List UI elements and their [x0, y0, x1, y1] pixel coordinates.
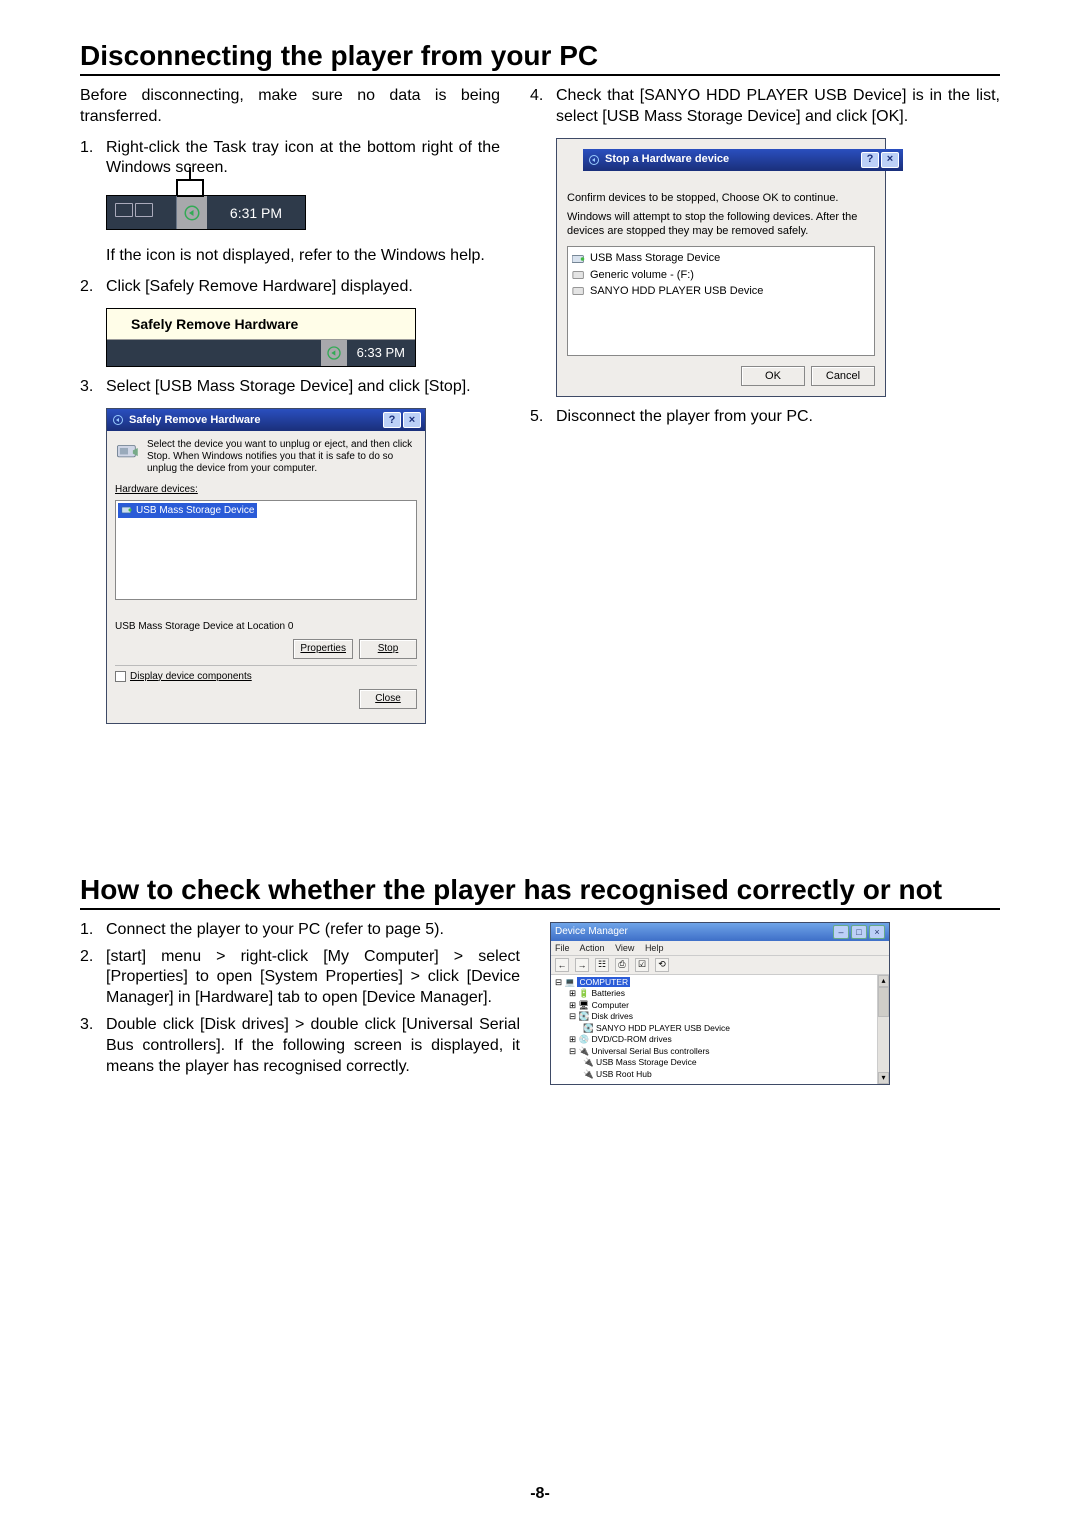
- device-manager-window: Device Manager – □ × File Action View He…: [550, 922, 890, 1085]
- callout-box: [176, 179, 204, 197]
- cancel-button[interactable]: Cancel: [811, 366, 875, 386]
- menu-action[interactable]: Action: [580, 943, 605, 953]
- stop-hardware-dialog: Stop a Hardware device ? × Confirm devic…: [556, 138, 886, 398]
- stop-button[interactable]: Stop: [359, 639, 417, 659]
- step-text: [start] menu > right-click [My Computer]…: [106, 947, 520, 1009]
- close-button[interactable]: ×: [881, 152, 899, 168]
- srh-titlebar[interactable]: Safely Remove Hardware ? ×: [107, 409, 425, 431]
- devmgr-titlebar[interactable]: Device Manager – □ ×: [551, 923, 889, 941]
- menu-help[interactable]: Help: [645, 943, 664, 953]
- eject-icon: [587, 153, 601, 167]
- tree-node[interactable]: 🔌 USB Root Hub: [555, 1069, 875, 1080]
- srh-status: USB Mass Storage Device at Location 0: [115, 620, 417, 633]
- print-icon[interactable]: ⎙: [615, 958, 629, 972]
- ok-button[interactable]: OK: [741, 366, 805, 386]
- menu-file[interactable]: File: [555, 943, 570, 953]
- step-text: Right-click the Task tray icon at the bo…: [106, 138, 500, 180]
- back-icon[interactable]: ←: [555, 958, 569, 972]
- scroll-thumb[interactable]: [878, 987, 889, 1017]
- tree-node[interactable]: 💽 SANYO HDD PLAYER USB Device: [555, 1023, 875, 1034]
- step-text: Check that [SANYO HDD PLAYER USB Device]…: [556, 86, 1000, 128]
- step-num: 2.: [80, 277, 106, 298]
- scroll-up-icon[interactable]: ▴: [878, 975, 889, 987]
- tasktray-time: 6:31 PM: [207, 196, 305, 229]
- maximize-button[interactable]: □: [851, 925, 867, 939]
- callout-line: [189, 167, 191, 179]
- forward-icon[interactable]: →: [575, 958, 589, 972]
- stop-dlg-list[interactable]: USB Mass Storage Device Generic volume -…: [567, 246, 875, 356]
- step-text: Click [Safely Remove Hardware] displayed…: [106, 277, 500, 298]
- step-text: Disconnect the player from your PC.: [556, 407, 1000, 428]
- scrollbar[interactable]: ▴ ▾: [877, 975, 889, 1084]
- srh-list-item[interactable]: USB Mass Storage Device: [118, 503, 257, 518]
- close-button[interactable]: ×: [869, 925, 885, 939]
- safely-remove-tray-icon[interactable]: [177, 196, 207, 229]
- help-button[interactable]: ?: [383, 412, 401, 428]
- tooltip-balloon[interactable]: Safely Remove Hardware: [107, 309, 415, 340]
- menu-view[interactable]: View: [615, 943, 634, 953]
- minimize-button[interactable]: –: [833, 925, 849, 939]
- pcmcia-icon: [115, 439, 141, 465]
- step-num: 1.: [80, 920, 106, 941]
- close-button[interactable]: ×: [403, 412, 421, 428]
- display-components-checkbox[interactable]: Display device components: [115, 670, 417, 683]
- devmgr-menubar[interactable]: File Action View Help: [551, 941, 889, 956]
- step-num: 5.: [530, 407, 556, 428]
- step-note: If the icon is not displayed, refer to t…: [106, 246, 500, 267]
- refresh-icon[interactable]: ⟲: [655, 958, 669, 972]
- tree-node[interactable]: ⊞ 🖥 Computer: [555, 1000, 875, 1011]
- devmgr-title: Device Manager: [555, 926, 628, 937]
- devmgr-toolbar[interactable]: ← → ☷ ⎙ ☑ ⟲: [551, 956, 889, 975]
- tree-root[interactable]: ⊟ 💻 COMPUTER: [555, 977, 875, 988]
- close-button[interactable]: Close: [359, 689, 417, 709]
- tree-node[interactable]: ⊟ 🔌 Universal Serial Bus controllers: [555, 1046, 875, 1057]
- tasktray-buttons: [107, 196, 177, 229]
- tree-icon[interactable]: ☷: [595, 958, 609, 972]
- step-text: Connect the player to your PC (refer to …: [106, 920, 520, 941]
- step-text: Select [USB Mass Storage Device] and cli…: [106, 377, 500, 398]
- page-number: -8-: [0, 1485, 1080, 1503]
- tree-node[interactable]: ⊟ 💽 Disk drives: [555, 1011, 875, 1022]
- hw-label: Hardware devices:: [115, 483, 417, 496]
- tooltip-screenshot: Safely Remove Hardware 6:33 PM: [106, 308, 416, 367]
- safely-remove-tray-icon[interactable]: [321, 340, 347, 366]
- list-item[interactable]: Generic volume - (F:): [572, 268, 870, 282]
- stop-dlg-msg1: Confirm devices to be stopped, Choose OK…: [567, 191, 875, 205]
- scroll-down-icon[interactable]: ▾: [878, 1072, 889, 1084]
- tree-node[interactable]: 🔌 USB Mass Storage Device: [555, 1057, 875, 1068]
- srh-dialog: Safely Remove Hardware ? × Select the de…: [106, 408, 426, 724]
- srh-title: Safely Remove Hardware: [129, 413, 260, 427]
- section1-title: Disconnecting the player from your PC: [80, 40, 1000, 76]
- step-num: 1.: [80, 138, 106, 180]
- tasktray-screenshot: 6:31 PM: [106, 195, 306, 230]
- tree-node[interactable]: ⊞ 💿 DVD/CD-ROM drives: [555, 1034, 875, 1045]
- step-num: 2.: [80, 947, 106, 1009]
- tooltip-time: 6:33 PM: [347, 345, 415, 362]
- srh-desc: Select the device you want to unplug or …: [147, 439, 417, 475]
- tree-node[interactable]: ⊞ 🔋 Batteries: [555, 988, 875, 999]
- properties-button[interactable]: Properties: [293, 639, 353, 659]
- stop-dlg-msg2: Windows will attempt to stop the followi…: [567, 211, 875, 239]
- step-text: Double click [Disk drives] > double clic…: [106, 1015, 520, 1077]
- properties-icon[interactable]: ☑: [635, 958, 649, 972]
- section1-intro: Before disconnecting, make sure no data …: [80, 86, 500, 128]
- list-item[interactable]: USB Mass Storage Device: [572, 251, 870, 265]
- devmgr-tree[interactable]: ⊟ 💻 COMPUTER ⊞ 🔋 Batteries ⊞ 🖥 Computer …: [551, 975, 889, 1084]
- eject-icon: [111, 413, 125, 427]
- help-button[interactable]: ?: [861, 152, 879, 168]
- section2-title: How to check whether the player has reco…: [80, 874, 1000, 910]
- step-num: 3.: [80, 1015, 106, 1077]
- list-item[interactable]: SANYO HDD PLAYER USB Device: [572, 284, 870, 298]
- srh-device-list[interactable]: USB Mass Storage Device: [115, 500, 417, 600]
- stop-dlg-title: Stop a Hardware device: [605, 152, 729, 166]
- step-num: 4.: [530, 86, 556, 128]
- step-num: 3.: [80, 377, 106, 398]
